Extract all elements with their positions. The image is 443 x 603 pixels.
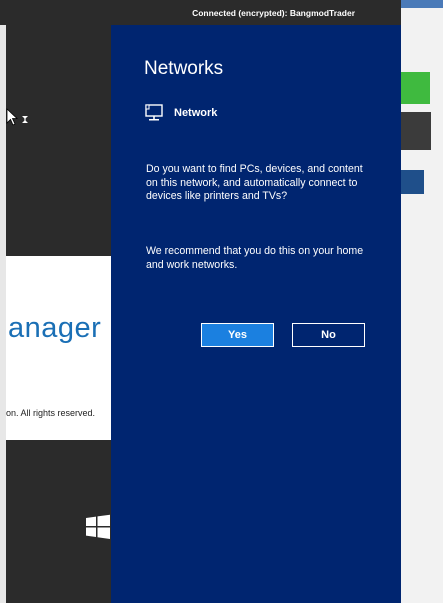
connection-status-text: Connected (encrypted): BangmodTrader [192,8,355,18]
header-strip-right [401,0,443,8]
blue-button-fragment[interactable] [401,170,424,194]
green-button-fragment[interactable] [401,72,430,104]
yes-button[interactable]: Yes [201,323,274,347]
network-name: Network [174,107,218,119]
network-item: Network [144,103,217,123]
connection-banner: Connected (encrypted): BangmodTrader [0,0,401,25]
product-name-fragment: anager [8,312,102,344]
mouse-cursor-icon [6,108,28,126]
recommendation-text: We recommend that you do this on your ho… [146,245,364,271]
windows-logo-icon [86,514,110,539]
window-left-edge [0,0,6,603]
panel-title: Networks [144,58,224,79]
networks-panel: Networks Network Do you want to find PCs… [111,25,401,603]
network-monitor-icon [145,104,163,121]
no-button[interactable]: No [292,323,365,347]
discovery-question: Do you want to find PCs, devices, and co… [146,163,363,203]
dark-button-fragment[interactable] [401,112,431,150]
copyright-text: on. All rights reserved. [6,408,96,418]
remote-desktop-screen: anager on. All rights reserved. Connecte… [0,0,443,603]
